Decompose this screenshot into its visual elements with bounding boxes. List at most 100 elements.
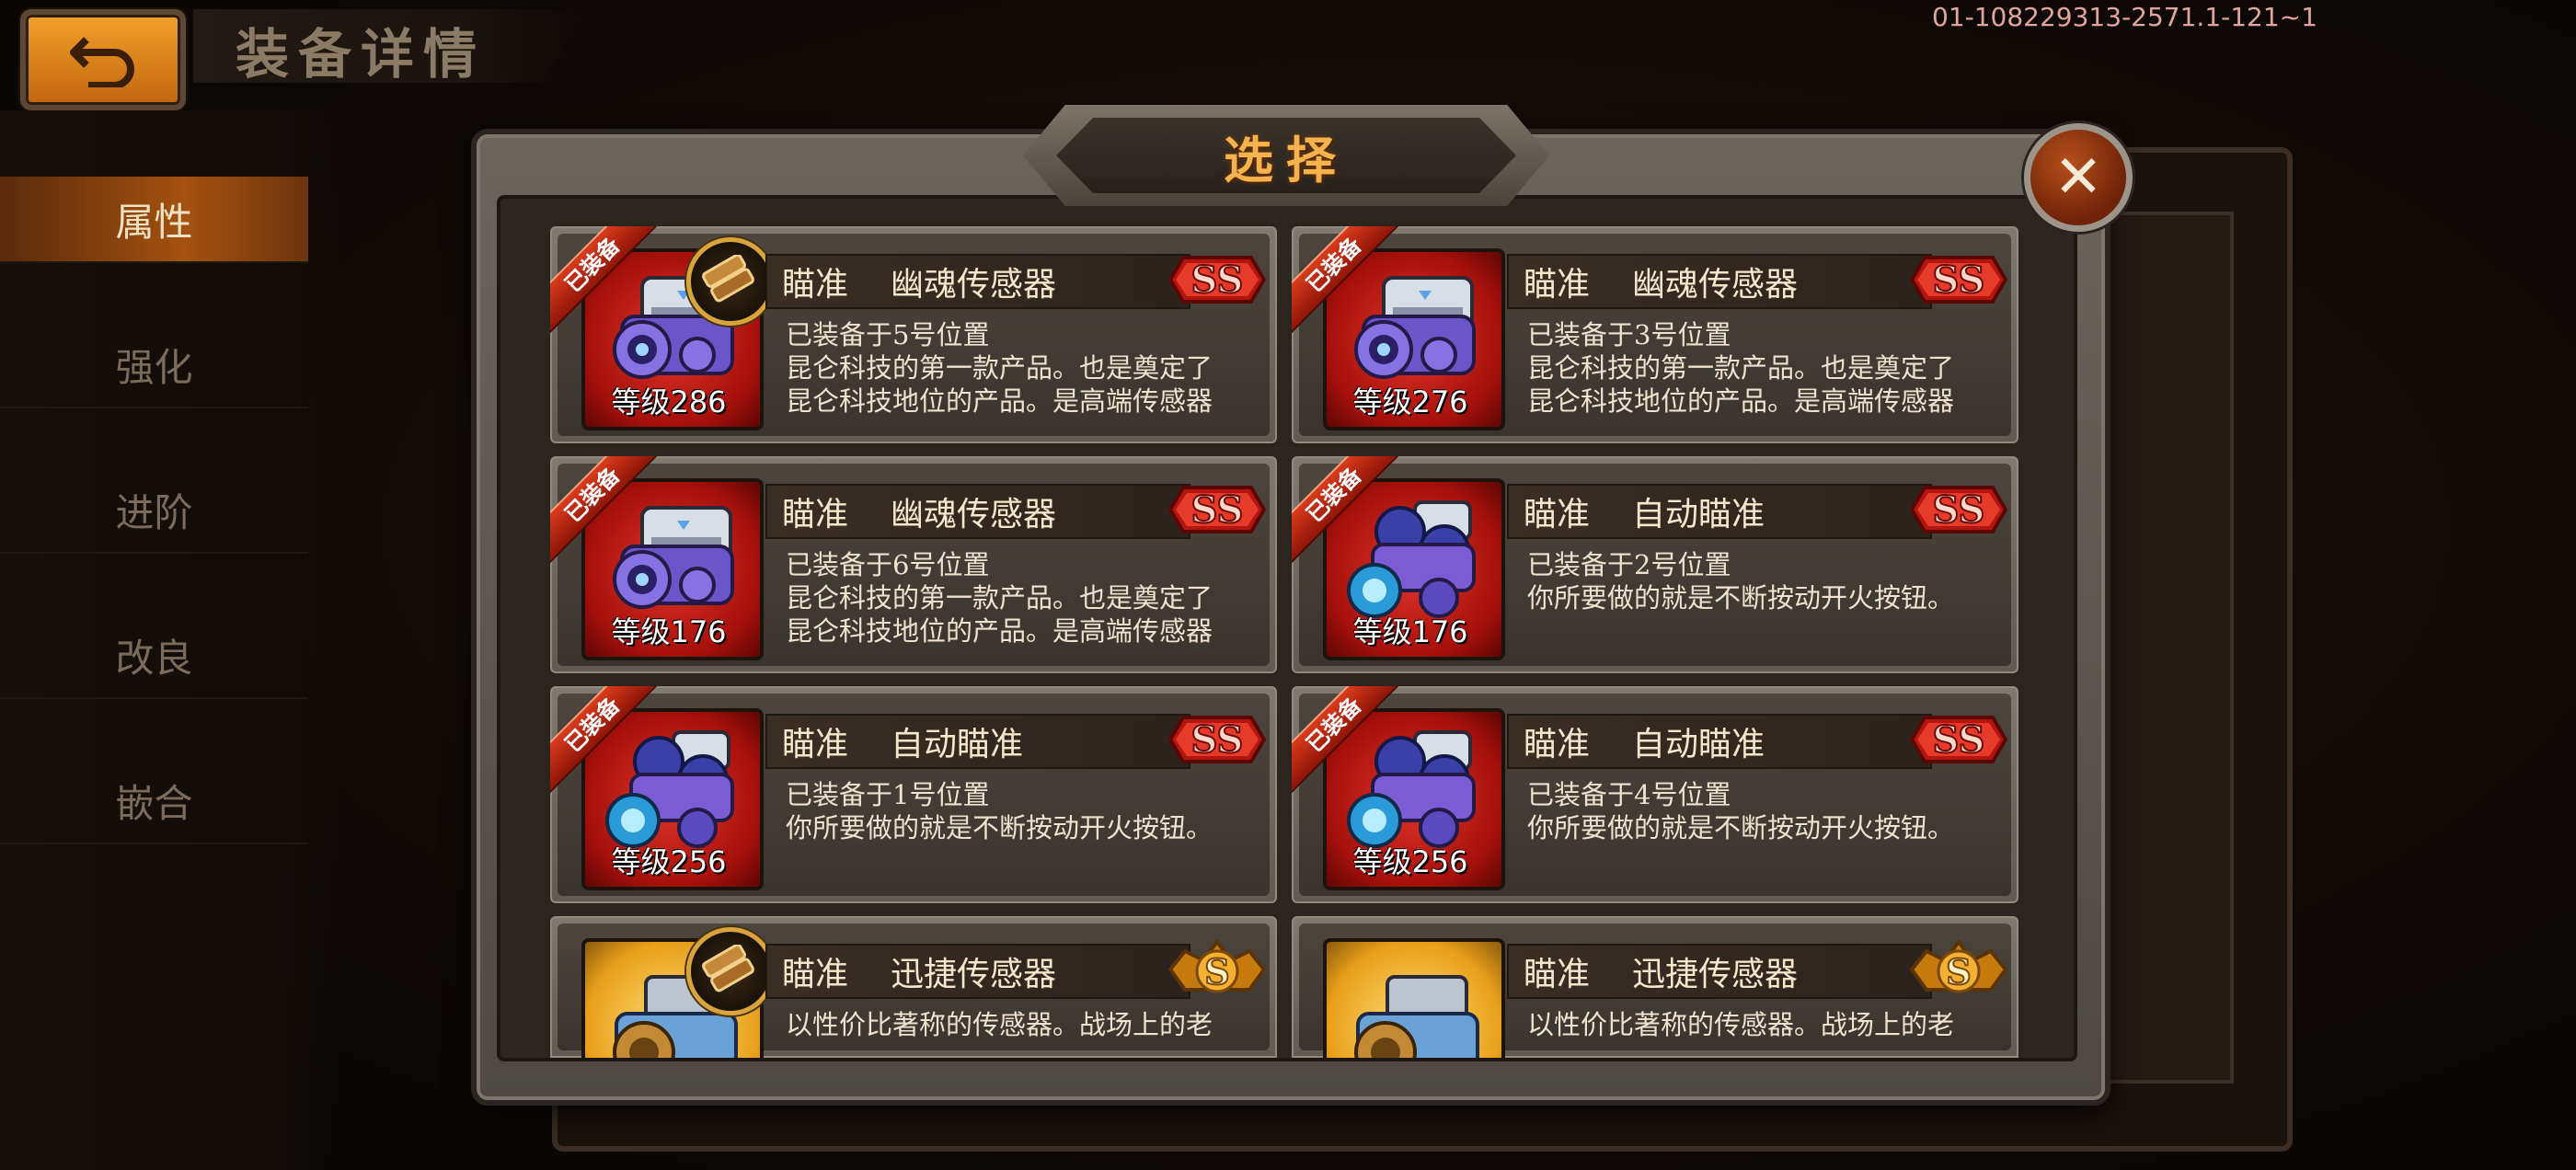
sidebar: 属性 强化 进阶 改良 嵌合 bbox=[0, 110, 340, 1170]
grade-ss-badge: SS bbox=[1908, 476, 2009, 543]
card-title: 瞄准 幽魂传感器 bbox=[782, 488, 1056, 535]
card-description: 已装备于1号位置 你所要做的就是不断按动开火按钮。 bbox=[786, 778, 1264, 889]
close-icon: ✕ bbox=[2053, 143, 2103, 212]
card-description: 已装备于5号位置 昆仑科技的第一款产品。也是奠定了 昆仑科技地位的产品。是高端传感器 bbox=[786, 318, 1264, 429]
card-name: 自动瞄准 bbox=[1632, 496, 1765, 533]
equipment-card[interactable]: 瞄准 迅捷传感器 S 以性价比著称的传感器。战场上的老 bbox=[546, 912, 1281, 1058]
description-line: 已装备于3号位置 bbox=[1527, 319, 1731, 350]
level-label: 等级276 bbox=[1352, 384, 1468, 419]
equipped-ribbon: 已装备 bbox=[1292, 226, 1402, 337]
sidebar-item-enhance[interactable]: 强化 bbox=[0, 322, 308, 408]
sidebar-item-improve[interactable]: 改良 bbox=[0, 613, 308, 699]
sidebar-item-attributes[interactable]: 属性 bbox=[0, 177, 308, 263]
svg-text:SS: SS bbox=[1933, 488, 1985, 532]
equipped-tag: 已装备 bbox=[1292, 226, 1402, 337]
card-description: 已装备于4号位置 你所要做的就是不断按动开火按钮。 bbox=[1527, 778, 2006, 889]
level-label: 等级256 bbox=[611, 844, 727, 879]
description-line: 你所要做的就是不断按动开火按钮。 bbox=[1527, 812, 1955, 843]
card-category: 瞄准 bbox=[1524, 266, 1591, 304]
equipped-tag: 已装备 bbox=[550, 686, 661, 797]
grade-ss-badge: SS bbox=[1167, 247, 1268, 313]
card-description: 已装备于3号位置 昆仑科技的第一款产品。也是奠定了 昆仑科技地位的产品。是高端传感器 bbox=[1527, 318, 2006, 429]
card-name: 自动瞄准 bbox=[891, 726, 1024, 763]
card-title: 瞄准 自动瞄准 bbox=[1524, 717, 1765, 765]
grade-ss-badge: SS bbox=[1908, 247, 2009, 313]
svg-text:S: S bbox=[1946, 951, 1971, 992]
card-category: 瞄准 bbox=[782, 956, 849, 993]
description-line: 昆仑科技地位的产品。是高端传感器 bbox=[786, 385, 1213, 417]
description-line: 已装备于6号位置 bbox=[786, 549, 990, 580]
description-line: 已装备于1号位置 bbox=[786, 779, 990, 810]
level-label: 等级176 bbox=[1352, 614, 1468, 649]
equipment-card[interactable]: 等级256 已装备 瞄准 自动瞄准 SS 已装备于1号位置 你所要做的就是不断按动开火按… bbox=[546, 682, 1281, 907]
sidebar-item-fusion[interactable]: 嵌合 bbox=[0, 758, 308, 844]
svg-text:SS: SS bbox=[1191, 258, 1244, 302]
equipment-card[interactable]: 等级276 已装备 瞄准 幽魂传感器 SS 已装备于3号位置 昆仑科技的第一款产品。也是… bbox=[1288, 223, 2022, 447]
card-name: 幽魂传感器 bbox=[1632, 266, 1799, 304]
card-description: 以性价比著称的传感器。战场上的老 bbox=[786, 1008, 1264, 1058]
description-line: 昆仑科技的第一款产品。也是奠定了 bbox=[786, 352, 1213, 384]
svg-text:S: S bbox=[1204, 951, 1229, 992]
svg-text:SS: SS bbox=[1191, 718, 1244, 762]
grade-s-badge: S bbox=[1908, 936, 2009, 1003]
ammo-coin-icon bbox=[686, 927, 775, 1015]
card-category: 瞄准 bbox=[782, 496, 849, 533]
card-description: 已装备于2号位置 你所要做的就是不断按动开火按钮。 bbox=[1527, 548, 2006, 659]
level-label: 等级256 bbox=[1352, 844, 1468, 879]
sidebar-item-advance[interactable]: 进阶 bbox=[0, 467, 308, 554]
svg-text:SS: SS bbox=[1191, 488, 1244, 532]
card-title: 瞄准 自动瞄准 bbox=[782, 717, 1023, 765]
card-description: 以性价比著称的传感器。战场上的老 bbox=[1527, 1008, 2006, 1058]
description-line: 已装备于4号位置 bbox=[1527, 779, 1731, 810]
back-button[interactable] bbox=[20, 9, 186, 110]
description-line: 昆仑科技地位的产品。是高端传感器 bbox=[786, 615, 1213, 647]
equipment-card[interactable]: 等级286 已装备 瞄准 幽魂传感器 SS 已装备于5号位置 昆仑科技的第一款产品。也… bbox=[546, 223, 1281, 447]
card-name: 自动瞄准 bbox=[1632, 726, 1765, 763]
card-category: 瞄准 bbox=[1524, 496, 1591, 533]
equipped-ribbon: 已装备 bbox=[550, 456, 661, 567]
equipment-card[interactable]: 等级256 已装备 瞄准 自动瞄准 SS 已装备于4号位置 你所要做的就是不断按动开火按… bbox=[1288, 682, 2022, 907]
card-name: 迅捷传感器 bbox=[891, 956, 1057, 993]
equipped-tag: 已装备 bbox=[550, 456, 661, 567]
equipped-ribbon: 已装备 bbox=[1292, 456, 1402, 567]
debug-id-text: 01-108229313-2571.1-121~1 bbox=[1932, 2, 2317, 32]
ammo-coin-icon bbox=[686, 237, 775, 326]
close-button[interactable]: ✕ bbox=[2024, 123, 2133, 232]
card-name: 迅捷传感器 bbox=[1632, 956, 1799, 993]
level-label: 等级176 bbox=[611, 614, 727, 649]
page-title: 装备详情 bbox=[236, 23, 487, 86]
description-line: 以性价比著称的传感器。战场上的老 bbox=[1527, 1009, 1955, 1040]
card-category: 瞄准 bbox=[782, 726, 849, 763]
card-category: 瞄准 bbox=[1524, 956, 1591, 993]
equipped-ribbon: 已装备 bbox=[550, 686, 661, 797]
description-line: 已装备于2号位置 bbox=[1527, 549, 1731, 580]
equipped-ribbon: 已装备 bbox=[1292, 686, 1402, 797]
card-title: 瞄准 自动瞄准 bbox=[1524, 488, 1765, 535]
description-line: 你所要做的就是不断按动开火按钮。 bbox=[1527, 582, 1955, 614]
card-title: 瞄准 迅捷传感器 bbox=[1524, 947, 1798, 995]
description-line: 已装备于5号位置 bbox=[786, 319, 990, 350]
swift-sensor-icon bbox=[1323, 938, 1505, 1058]
equipped-tag: 已装备 bbox=[1292, 456, 1402, 567]
equipment-card[interactable]: 瞄准 迅捷传感器 S 以性价比著称的传感器。战场上的老 bbox=[1288, 912, 2022, 1058]
equipped-tag: 已装备 bbox=[1292, 686, 1402, 797]
card-category: 瞄准 bbox=[1524, 726, 1591, 763]
card-title: 瞄准 迅捷传感器 bbox=[782, 947, 1056, 995]
equipped-ribbon: 已装备 bbox=[550, 226, 661, 337]
description-line: 以性价比著称的传感器。战场上的老 bbox=[786, 1009, 1213, 1040]
card-title: 瞄准 幽魂传感器 bbox=[782, 258, 1056, 305]
equipment-card[interactable]: 等级176 已装备 瞄准 自动瞄准 SS 已装备于2号位置 你所要做的就是不断按动开火按… bbox=[1288, 453, 2022, 677]
equipped-tag: 已装备 bbox=[550, 226, 661, 337]
grade-s-badge: S bbox=[1167, 936, 1268, 1003]
grade-ss-badge: SS bbox=[1167, 476, 1268, 543]
card-title: 瞄准 幽魂传感器 bbox=[1524, 258, 1798, 305]
grade-ss-badge: SS bbox=[1167, 706, 1268, 773]
grade-ss-badge: SS bbox=[1908, 706, 2009, 773]
equipment-card[interactable]: 等级176 已装备 瞄准 幽魂传感器 SS 已装备于6号位置 昆仑科技的第一款产品。也是… bbox=[546, 453, 1281, 677]
card-name: 幽魂传感器 bbox=[891, 266, 1057, 304]
description-line: 昆仑科技地位的产品。是高端传感器 bbox=[1527, 385, 1955, 417]
description-line: 你所要做的就是不断按动开火按钮。 bbox=[786, 812, 1213, 843]
svg-text:SS: SS bbox=[1933, 258, 1985, 302]
level-label: 等级286 bbox=[611, 384, 727, 419]
card-name: 幽魂传感器 bbox=[891, 496, 1057, 533]
